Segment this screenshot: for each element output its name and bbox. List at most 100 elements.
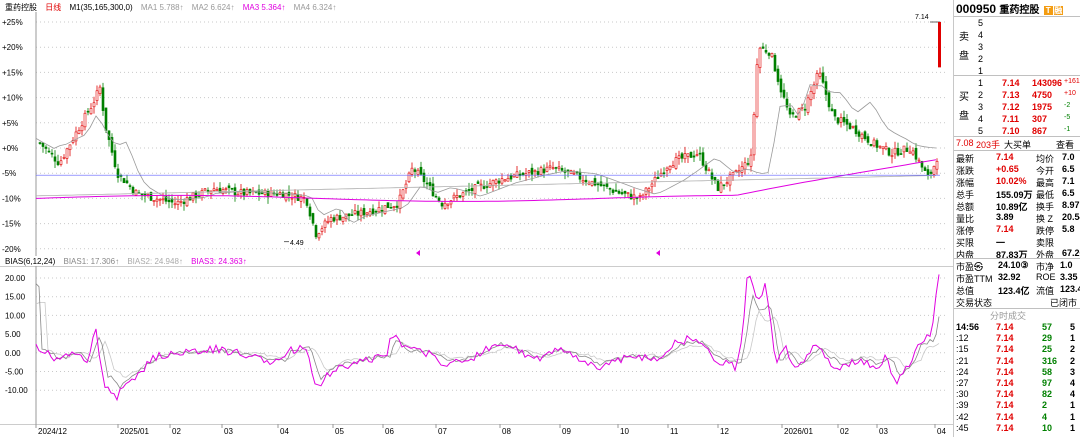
candle-body — [752, 114, 756, 156]
candle-body — [599, 181, 603, 187]
tick-time: 14:56 — [956, 322, 980, 332]
candle — [755, 58, 759, 119]
date-label: 04 — [937, 427, 946, 436]
candle-body — [134, 189, 138, 196]
tick-time: :30 — [956, 389, 969, 400]
candle-body — [476, 181, 480, 184]
bias3-value: BIAS3: 24.363↑ — [191, 257, 247, 266]
candle-body — [653, 177, 657, 182]
candle-body — [677, 155, 681, 159]
candle-body — [122, 178, 126, 184]
bid-change: +10 — [1064, 90, 1076, 97]
ticks-header[interactable]: 分时成交 — [954, 309, 1080, 321]
candle-body — [887, 147, 891, 156]
ask-row[interactable]: 2 — [954, 54, 1080, 66]
tick-price: 7.14 — [996, 422, 1014, 433]
kline-chart[interactable]: +25% +20% +15% +10% +5% +0% -5% -10% -15% -20% 7.1… — [0, 12, 953, 256]
candle-body — [398, 194, 402, 210]
ma2-value: MA2 6.624↑ — [191, 3, 235, 12]
candle-body — [923, 167, 927, 171]
tick-count: 1 — [1070, 333, 1076, 344]
y-tick-label: -10.00 — [5, 386, 28, 395]
ask-row[interactable]: 5 — [954, 18, 1080, 30]
candle-body — [242, 188, 246, 196]
candle-body — [416, 169, 420, 175]
date-label: 02 — [172, 427, 181, 436]
bid-change: -5 — [1064, 114, 1071, 121]
bid-row[interactable]: 4 7.11 307 -5 — [954, 114, 1080, 126]
candle-body — [662, 172, 666, 175]
bid-volume: 307 — [1032, 114, 1048, 124]
candle-body — [758, 47, 762, 68]
candle-body — [80, 125, 84, 132]
date-label: 2025/01 — [120, 427, 149, 436]
candle-body — [743, 162, 747, 170]
candle-body — [509, 175, 513, 180]
candle-body — [668, 165, 672, 171]
chart-area[interactable]: 重药控股 日线 M1(35,165,300,0) MA1 5.788↑ MA2 … — [0, 0, 954, 437]
bid-change: -2 — [1064, 102, 1071, 109]
y-tick-label: +15% — [2, 68, 23, 77]
candle-body — [698, 152, 702, 155]
tick-row: 14:56 7.14 57 5 — [954, 322, 1080, 334]
date-label: 04 — [280, 427, 289, 436]
bid-row[interactable]: 1 7.14 143096 +161 — [954, 78, 1080, 90]
candle-body — [827, 92, 831, 108]
candle-body — [461, 192, 465, 197]
candle-body — [125, 180, 129, 184]
candle-body — [767, 52, 771, 56]
ask-row[interactable]: 3 — [954, 42, 1080, 54]
tick-time: :15 — [956, 344, 969, 355]
candle-body — [686, 153, 690, 157]
y-tick-label: -5% — [2, 169, 16, 178]
tick-count: 2 — [1070, 344, 1076, 355]
stat-row: 涨停 7.14 跌停 5.8 — [954, 224, 1080, 236]
candle-body — [299, 195, 303, 202]
candle-body — [434, 195, 438, 198]
candle-body — [458, 195, 462, 198]
candle-body — [356, 210, 360, 216]
candle-body — [491, 180, 495, 186]
date-label: 06 — [385, 427, 394, 436]
candle-body — [116, 168, 120, 178]
big-order-row[interactable]: 7.08 203手 大买单 查看 — [954, 138, 1080, 150]
candle-body — [650, 183, 654, 188]
candle-body — [158, 198, 162, 201]
ask-row[interactable]: 1 — [954, 66, 1080, 78]
tick-price: 7.14 — [996, 333, 1014, 344]
tick-price: 7.14 — [996, 378, 1014, 388]
bias-chart[interactable]: 20.00 15.00 10.00 5.00 0.00 -5.00 -10.00 — [0, 266, 953, 424]
date-label: 03 — [879, 427, 888, 436]
candle-body — [332, 217, 336, 222]
bias1-value: BIAS1: 17.306↑ — [63, 257, 120, 266]
candle-body — [500, 178, 504, 184]
tick-time: :42 — [956, 411, 969, 422]
bid-row[interactable]: 3 7.12 1975 -2 — [954, 102, 1080, 114]
candle-body — [917, 159, 921, 162]
bid-row[interactable]: 2 7.13 4750 +10 — [954, 90, 1080, 102]
stat-row: 量比3.89换 Z20.54 — [954, 212, 1080, 224]
candle-body — [59, 160, 63, 165]
candle-body — [584, 179, 588, 183]
stock-code: 000950 — [956, 2, 997, 16]
candle-body — [695, 154, 699, 156]
tick-price: 7.14 — [996, 389, 1014, 400]
candle-body — [68, 144, 72, 151]
period-tag[interactable]: 日线 — [45, 3, 61, 12]
ask-row[interactable]: 4 — [954, 30, 1080, 42]
candle — [314, 224, 318, 240]
candle-body — [383, 205, 387, 214]
candle-body — [521, 172, 525, 176]
tick-price: 7.14 — [996, 344, 1014, 355]
candle — [752, 111, 756, 161]
stat-value: 7.0 — [1062, 152, 1075, 162]
candle-body — [620, 192, 624, 195]
candle-body — [284, 192, 288, 201]
today-candle — [938, 22, 941, 68]
candle-body — [839, 117, 843, 123]
stat-row: 涨跌 +0.65 今开 6.5 — [954, 164, 1080, 176]
candle-body — [305, 198, 309, 206]
bid-level: 3 — [978, 102, 984, 112]
bias-header: BIAS(6,12,24) BIAS1: 17.306↑ BIAS2: 24.9… — [5, 257, 253, 266]
candle — [383, 205, 387, 215]
